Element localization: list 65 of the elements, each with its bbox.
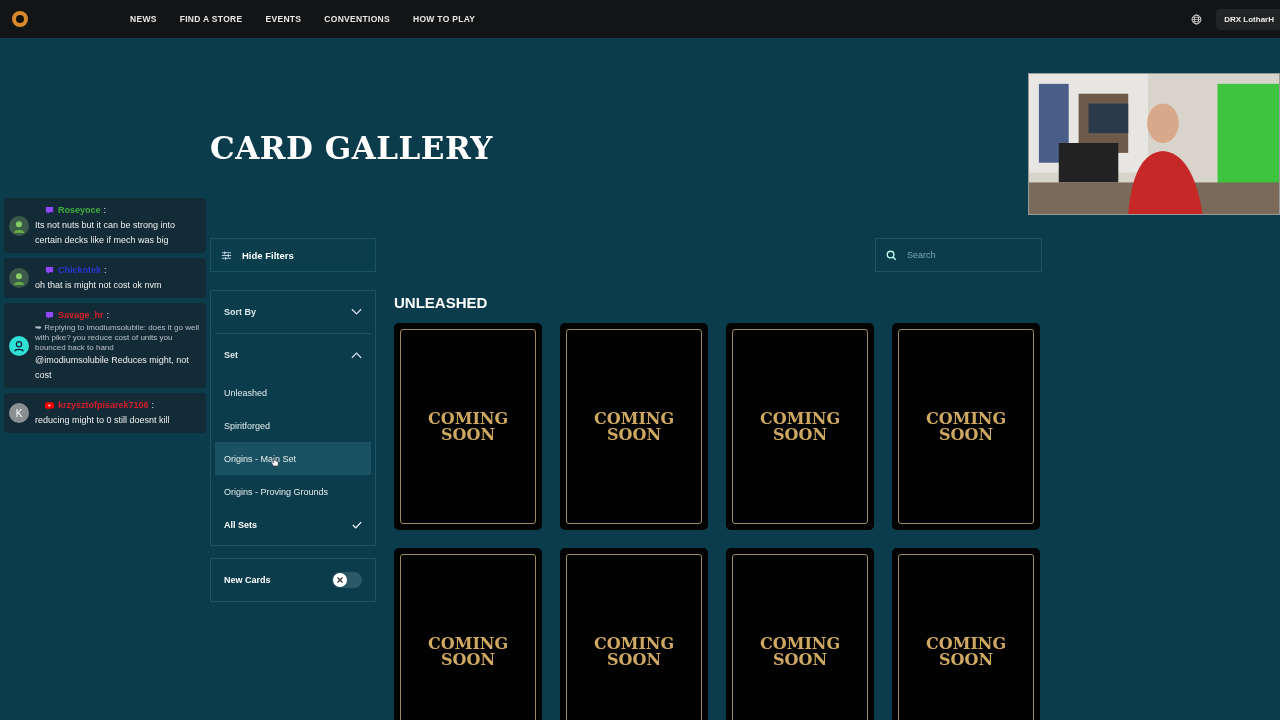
set-option[interactable]: Origins - Proving Grounds [215,475,371,508]
card-placeholder-text: COMING SOON [926,635,1006,668]
card[interactable]: COMING SOON [394,323,542,530]
new-cards-toggle[interactable] [332,572,362,588]
x-icon [335,575,345,585]
reply-context: ➥ Replying to imodiumsolubile: does it go well with pike? you reduce cost of units you bounced back to hand [35,323,200,353]
card-placeholder-text: COMING SOON [760,410,840,443]
play-icon [45,401,54,410]
section-title: UNLEASHED [394,294,489,311]
separator: : [106,309,110,322]
logo-icon[interactable] [10,9,30,29]
chat-message: Its not nuts but it can be strong into certain decks like if mech was big [35,219,177,247]
card[interactable]: COMING SOON [560,323,708,530]
user-avatar [9,215,29,236]
chat-username: Roseyoce [58,204,101,217]
chat-message: oh that is might not cost ok nvm [35,279,163,292]
chat-username: krzysztofpisarek7106 [58,399,149,412]
set-option[interactable]: All Sets [215,508,371,541]
user-avatar [9,268,29,288]
card[interactable]: COMING SOON [892,323,1040,530]
card[interactable]: COMING SOON [892,548,1040,720]
search-input[interactable]: Search [905,249,1019,261]
card[interactable]: COMING SOON [726,323,874,530]
sliders-icon [221,249,232,261]
globe-icon[interactable] [1191,13,1203,25]
set-dropdown[interactable]: Set [215,334,371,376]
card-placeholder-text: COMING SOON [428,635,508,668]
account-button[interactable]: DRX LotharH [1216,8,1280,30]
card-placeholder-text: COMING SOON [926,410,1006,443]
search-icon [886,249,897,261]
nav-link[interactable]: EVENTS [265,14,302,24]
separator: : [151,399,155,412]
user-avatar: K [9,403,29,423]
hide-filters-button[interactable]: Hide Filters [210,238,376,272]
chevron-icon [351,308,362,316]
chat-bubble-icon [45,311,54,320]
set-option[interactable]: Origins - Main Set [215,442,371,475]
nav-link[interactable]: CONVENTIONS [324,14,390,24]
chat-message: reducing might to 0 still doesnt kill [35,414,171,427]
chat-username: Chickotek [58,264,101,277]
card[interactable]: COMING SOON [560,548,708,720]
nav-link[interactable]: HOW TO PLAY [412,14,476,24]
chat-bubble-icon [45,266,54,275]
nav-link[interactable]: FIND A STORE [179,14,243,24]
check-icon [352,520,362,529]
chat-bubble-icon [45,206,54,215]
nav-link[interactable]: NEWS [130,14,157,24]
search-field[interactable]: Search [875,238,1042,272]
chevron-icon [351,351,362,359]
new-cards-label: New Cards [224,575,271,585]
chat-message: @imodiumsolubile Reduces might, not cost [35,354,190,382]
chat-username: Savage_hr [58,309,104,322]
user-avatar [9,335,29,356]
separator: : [103,204,107,217]
card[interactable]: COMING SOON [394,548,542,720]
card[interactable]: COMING SOON [726,548,874,720]
page-title: CARD GALLERY [210,130,494,166]
card-placeholder-text: COMING SOON [594,410,674,443]
card-placeholder-text: COMING SOON [760,635,840,668]
separator: : [104,264,107,277]
set-option[interactable]: Spiritforged [215,409,371,442]
card-placeholder-text: COMING SOON [594,635,674,668]
card-placeholder-text: COMING SOON [428,410,508,443]
set-option[interactable]: Unleashed [215,376,371,409]
sort-by-dropdown[interactable]: Sort By [215,291,371,333]
